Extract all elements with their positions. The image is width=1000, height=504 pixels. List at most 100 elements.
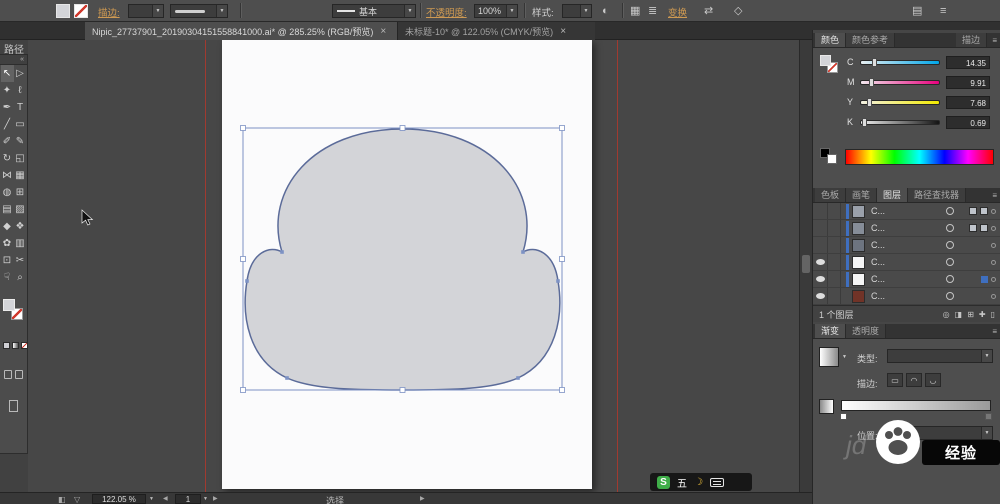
white-swatch[interactable] xyxy=(827,154,837,164)
keyboard-icon[interactable] xyxy=(709,477,724,487)
next-artboard-icon[interactable]: ▶ xyxy=(213,495,218,502)
gradient-reverse-thumbnail[interactable] xyxy=(819,399,834,414)
channel-slider-track[interactable] xyxy=(860,97,940,107)
tool-blend[interactable]: ❖ xyxy=(14,218,27,235)
visibility-toggle[interactable] xyxy=(813,271,828,287)
lock-toggle[interactable] xyxy=(828,271,841,287)
gradient-along-stroke-icon[interactable]: ◠ xyxy=(906,373,922,387)
lock-toggle[interactable] xyxy=(828,220,841,236)
constrain-icon[interactable]: ◇ xyxy=(734,4,742,18)
channel-slider-track[interactable] xyxy=(860,77,940,87)
layer-name[interactable]: C... xyxy=(871,274,885,284)
stack-icon[interactable]: ≣ xyxy=(648,4,657,18)
tool-type[interactable]: T xyxy=(14,99,27,116)
stroke-weight-dropdown[interactable]: ▼ xyxy=(128,4,164,18)
fill-color-swatch[interactable] xyxy=(56,4,70,18)
tool-zoom[interactable]: ⌕ xyxy=(14,269,27,286)
tool-gradient[interactable]: ▨ xyxy=(14,201,27,218)
gradient-type-dropdown[interactable]: ▼ xyxy=(887,349,993,363)
tool-rotate[interactable]: ↻ xyxy=(1,150,14,167)
cloud-shape[interactable] xyxy=(244,128,561,391)
tool-width[interactable]: ⋈ xyxy=(1,167,14,184)
visibility-toggle[interactable] xyxy=(813,220,828,236)
stroke-profile-dropdown[interactable]: ▼ xyxy=(170,4,228,18)
canvas-area[interactable] xyxy=(28,40,812,492)
fill-stroke-indicator[interactable] xyxy=(0,298,28,328)
gradient-thumbnail[interactable] xyxy=(819,347,839,367)
target-icon[interactable] xyxy=(946,224,954,232)
close-icon[interactable]: × xyxy=(380,26,386,37)
style-dropdown[interactable]: ▼ xyxy=(562,4,592,18)
panel-menu-icon[interactable]: ≡ xyxy=(992,327,997,336)
layer-row[interactable]: C... xyxy=(813,288,1000,305)
align-grid-icon[interactable]: ▦ xyxy=(630,4,640,18)
tab-transparency[interactable]: 透明度 xyxy=(846,324,887,338)
layer-extra-icon[interactable] xyxy=(969,224,977,232)
opacity-dropdown[interactable]: 100% ▼ xyxy=(474,4,518,18)
tool-eyedropper[interactable]: ◆ xyxy=(1,218,14,235)
layer-row[interactable]: C... xyxy=(813,220,1000,237)
target-icon[interactable] xyxy=(946,241,954,249)
tool-slice[interactable]: ✂ xyxy=(14,252,27,269)
target-icon[interactable] xyxy=(946,292,954,300)
slider-handle[interactable] xyxy=(872,57,878,67)
visibility-toggle[interactable] xyxy=(813,237,828,253)
tool-free-transform[interactable]: ▦ xyxy=(14,167,27,184)
layer-thumbnail[interactable] xyxy=(852,289,865,303)
channel-value-field[interactable]: 7.68 xyxy=(946,95,990,109)
tool-hand[interactable]: ☟ xyxy=(1,269,14,286)
fill-indicator[interactable] xyxy=(3,299,15,311)
layer-name[interactable]: C... xyxy=(871,291,885,301)
channel-value-field[interactable]: 9.91 xyxy=(946,75,990,89)
tool-scale[interactable]: ◱ xyxy=(14,150,27,167)
gradient-within-stroke-icon[interactable]: ▭ xyxy=(887,373,903,387)
layer-row[interactable]: C... xyxy=(813,237,1000,254)
layer-thumbnail[interactable] xyxy=(852,272,865,286)
channel-slider-track[interactable] xyxy=(860,57,940,67)
close-icon[interactable]: × xyxy=(560,26,566,37)
gradient-stop[interactable] xyxy=(985,413,992,420)
none-mode-button[interactable] xyxy=(21,342,28,349)
tool-pencil[interactable]: ✎ xyxy=(14,133,27,150)
new-sublayer-icon[interactable]: ⊞ xyxy=(967,310,974,319)
tab-color[interactable]: 颜色 xyxy=(815,33,847,47)
clip-mask-icon[interactable]: ◨ xyxy=(955,310,963,319)
channel-value-field[interactable]: 14.35 xyxy=(946,55,990,69)
document-tab-1[interactable]: Nipic_27737901_20190304151558841000.ai* … xyxy=(85,22,397,40)
tool-pen[interactable]: ✒ xyxy=(1,99,14,116)
visibility-toggle[interactable] xyxy=(813,203,828,219)
tab-swatches[interactable]: 色板 xyxy=(815,188,847,202)
dock-menu-icon[interactable]: ≡ xyxy=(940,4,946,18)
layer-extra-icon[interactable] xyxy=(980,207,988,215)
visibility-toggle[interactable] xyxy=(813,288,828,304)
channel-value-field[interactable]: 0.69 xyxy=(946,115,990,129)
tab-color-guide[interactable]: 颜色参考 xyxy=(846,33,896,47)
recolor-artwork-icon[interactable]: ◐ xyxy=(602,4,609,18)
draw-normal-button[interactable] xyxy=(4,370,12,379)
layer-thumbnail[interactable] xyxy=(852,221,865,235)
layer-row[interactable]: C... xyxy=(813,203,1000,220)
edit-column-icon[interactable] xyxy=(991,242,996,248)
document-tab-2[interactable]: 未标题-10* @ 122.05% (CMYK/预览) × xyxy=(397,22,595,40)
tab-layers[interactable]: 图层 xyxy=(877,188,909,202)
palette-collapse-icon[interactable]: « xyxy=(0,55,27,65)
zoom-caret-icon[interactable]: ▼ xyxy=(149,496,154,502)
gradient-slider[interactable] xyxy=(841,400,991,411)
tool-line-segment[interactable]: ╱ xyxy=(1,116,14,133)
layer-row[interactable]: C... xyxy=(813,271,1000,288)
layer-extra-icon[interactable] xyxy=(969,207,977,215)
edit-column-icon[interactable] xyxy=(991,225,996,231)
artboard-caret-icon[interactable]: ▼ xyxy=(203,496,208,502)
layer-extra-icon[interactable] xyxy=(980,224,988,232)
edit-column-icon[interactable] xyxy=(991,293,996,299)
brush-definition-dropdown[interactable]: 基本 ▼ xyxy=(332,4,416,18)
tool-lasso[interactable]: ℓ xyxy=(14,82,27,99)
gradient-stop[interactable] xyxy=(840,413,847,420)
prev-artboard-icon[interactable]: ◀ xyxy=(163,495,168,502)
dropdown-caret-icon[interactable]: ▼ xyxy=(842,354,847,360)
lock-toggle[interactable] xyxy=(828,203,841,219)
layer-name[interactable]: C... xyxy=(871,257,885,267)
swap-arrows-icon[interactable]: ⇄ xyxy=(704,4,713,18)
delete-layer-icon[interactable]: ▯ xyxy=(991,310,995,319)
tool-rectangle[interactable]: ▭ xyxy=(14,116,27,133)
